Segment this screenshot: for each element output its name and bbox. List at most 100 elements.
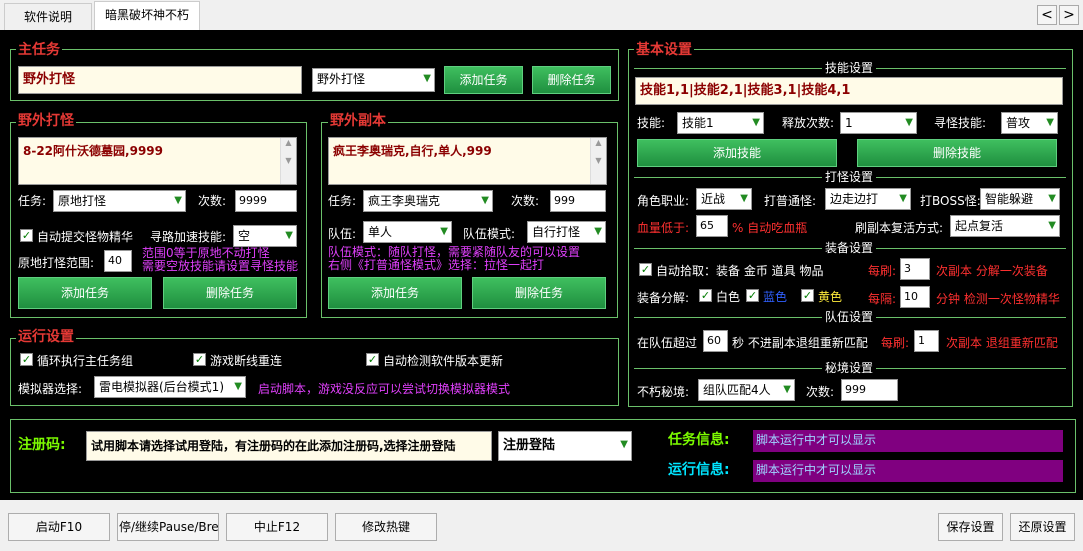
save-settings-button[interactable]: 保存设置 (938, 513, 1003, 541)
task-info-label: 任务信息: (668, 432, 730, 448)
seek-skill-select[interactable]: 普攻 ▼ (1001, 112, 1058, 134)
seek-skill-label: 寻怪技能: (934, 116, 987, 130)
auto-pickup-label: 自动拾取：装备 金币 道具 物品 (656, 264, 824, 278)
hotkey-button[interactable]: 修改热键 (335, 513, 437, 541)
secret-settings-title: 秘境设置 (822, 361, 877, 375)
scrollbar[interactable]: ▲ ▼ (590, 138, 606, 184)
main-task-input[interactable]: 野外打怪 (18, 66, 302, 94)
field-task-label: 任务: (18, 194, 47, 208)
run-info-label: 运行信息: (668, 462, 730, 478)
chevron-down-icon: ▼ (594, 226, 602, 237)
scrollbar[interactable]: ▲ ▼ (280, 138, 296, 184)
team-mode-label: 队伍模式: (463, 227, 516, 241)
hp-input[interactable]: 65 (696, 215, 728, 237)
range-label: 原地打怪范围: (18, 256, 95, 270)
release-count-select[interactable]: 1 ▼ (840, 112, 917, 134)
emulator-label: 模拟器选择: (18, 382, 83, 396)
speedup-skill-select[interactable]: 空 ▼ (233, 225, 297, 247)
every-note-1: 次副本 分解一次装备 (936, 264, 1048, 278)
hp-label: 血量低于: (637, 221, 690, 235)
add-field-task-button[interactable]: 添加任务 (18, 277, 152, 309)
auto-submit-checkbox[interactable]: ✓ (20, 229, 33, 242)
emulator-note: 启动脚本，游戏没反应可以尝试切换模拟器模式 (258, 382, 511, 396)
skill-select[interactable]: 技能1 ▼ (677, 112, 764, 134)
secret-count-input[interactable]: 999 (841, 379, 898, 401)
delete-dungeon-task-button[interactable]: 删除任务 (472, 277, 606, 309)
chevron-down-icon: ▼ (752, 117, 760, 128)
field-task-select[interactable]: 原地打怪 ▼ (53, 190, 186, 212)
team-select[interactable]: 单人 ▼ (363, 221, 452, 243)
every-input-2[interactable]: 10 (900, 286, 930, 308)
run-settings-title: 运行设置 (16, 329, 76, 345)
revive-label: 刷副本复活方式: (855, 221, 944, 235)
main-task-title: 主任务 (16, 42, 62, 58)
field-task-textarea[interactable]: 8-22阿什沃德墓园,9999 ▲ ▼ (18, 137, 297, 185)
dungeon-title: 野外副本 (328, 113, 388, 129)
field-count-input[interactable]: 9999 (235, 190, 297, 212)
yellow-label: 黄色 (818, 290, 843, 304)
start-button[interactable]: 启动F10 (8, 513, 110, 541)
team-every-input[interactable]: 1 (914, 330, 939, 352)
registration-input[interactable]: 试用脚本请选择试用登陆，有注册码的在此添加注册码,选择注册登陆 (86, 431, 492, 461)
main-task-select[interactable]: 野外打怪 ▼ (312, 68, 435, 92)
delete-field-task-button[interactable]: 删除任务 (163, 277, 297, 309)
white-label: 白色 (716, 290, 741, 304)
skill-input[interactable]: 技能1,1|技能2,1|技能3,1|技能4,1 (635, 77, 1063, 105)
every-input-1[interactable]: 3 (900, 258, 930, 280)
tab-prev-button[interactable]: < (1037, 5, 1057, 25)
tab-next-button[interactable]: > (1059, 5, 1079, 25)
revive-select[interactable]: 起点复活 ▼ (950, 215, 1060, 237)
team-every-label: 每刷: (881, 336, 910, 350)
chevron-down-icon: ▼ (899, 193, 907, 204)
auto-pickup-checkbox[interactable]: ✓ (639, 263, 652, 276)
yellow-checkbox[interactable]: ✓ (801, 289, 814, 302)
tab-bar: 软件说明 暗黑破坏神不朽 < > (0, 0, 1083, 30)
stop-button[interactable]: 中止F12 (226, 513, 328, 541)
loop-checkbox[interactable]: ✓ (20, 353, 33, 366)
chevron-down-icon: ▼ (620, 439, 628, 450)
delete-skill-button[interactable]: 删除技能 (857, 139, 1057, 167)
add-main-task-button[interactable]: 添加任务 (444, 66, 523, 94)
role-select[interactable]: 近战 ▼ (696, 188, 752, 210)
chevron-down-icon: ▼ (905, 117, 913, 128)
emulator-select[interactable]: 雷电模拟器(后台模式1) ▼ (94, 376, 246, 398)
dungeon-task-select[interactable]: 疯王李奥瑞克 ▼ (363, 190, 493, 212)
hp-note: % 自动吃血瓶 (732, 221, 808, 235)
chevron-down-icon: ▼ (1046, 117, 1054, 128)
normal-monster-select[interactable]: 边走边打 ▼ (825, 188, 911, 210)
range-input[interactable]: 40 (104, 250, 132, 272)
reconnect-checkbox[interactable]: ✓ (193, 353, 206, 366)
add-skill-button[interactable]: 添加技能 (637, 139, 837, 167)
pause-button[interactable]: 停/继续Pause/Break (117, 513, 219, 541)
role-label: 角色职业: (637, 194, 690, 208)
tab-software-info[interactable]: 软件说明 (4, 3, 92, 30)
restore-settings-button[interactable]: 还原设置 (1010, 513, 1075, 541)
autodetect-checkbox[interactable]: ✓ (366, 353, 379, 366)
secret-select[interactable]: 组队匹配4人 ▼ (698, 379, 795, 401)
dungeon-count-input[interactable]: 999 (550, 190, 606, 212)
release-count-label: 释放次数: (782, 116, 835, 130)
team-mode-note-2: 右侧《打普通怪模式》选择：拉怪一起打 (328, 258, 545, 272)
dungeon-task-textarea[interactable]: 疯王李奥瑞克,自行,单人,999 ▲ ▼ (328, 137, 607, 185)
delete-main-task-button[interactable]: 删除任务 (532, 66, 611, 94)
add-dungeon-task-button[interactable]: 添加任务 (328, 277, 462, 309)
tab-diablo-immortal[interactable]: 暗黑破坏神不朽 (94, 1, 200, 30)
blue-label: 蓝色 (763, 290, 788, 304)
team-mode-select[interactable]: 自行打怪 ▼ (527, 221, 606, 243)
field-count-label: 次数: (198, 194, 227, 208)
boss-monster-select[interactable]: 智能躲避 ▼ (980, 188, 1060, 210)
field-title: 野外打怪 (16, 113, 76, 129)
team-over-input[interactable]: 60 (703, 330, 728, 352)
chevron-down-icon: ▼ (481, 195, 489, 206)
skill-label: 技能: (637, 116, 666, 130)
every-note-2: 分钟 检测一次怪物精华 (936, 292, 1060, 306)
white-checkbox[interactable]: ✓ (699, 289, 712, 302)
blue-checkbox[interactable]: ✓ (746, 289, 759, 302)
secret-count-label: 次数: (806, 385, 835, 399)
basic-settings-title: 基本设置 (634, 42, 694, 58)
run-info-display: 脚本运行中才可以显示 (753, 460, 1063, 482)
login-mode-select[interactable]: 注册登陆 ▼ (498, 431, 632, 461)
team-over-note: 秒 不进副本退组重新匹配 (732, 336, 868, 350)
every-label-2: 每隔: (868, 292, 897, 306)
dungeon-task-label: 任务: (328, 194, 357, 208)
